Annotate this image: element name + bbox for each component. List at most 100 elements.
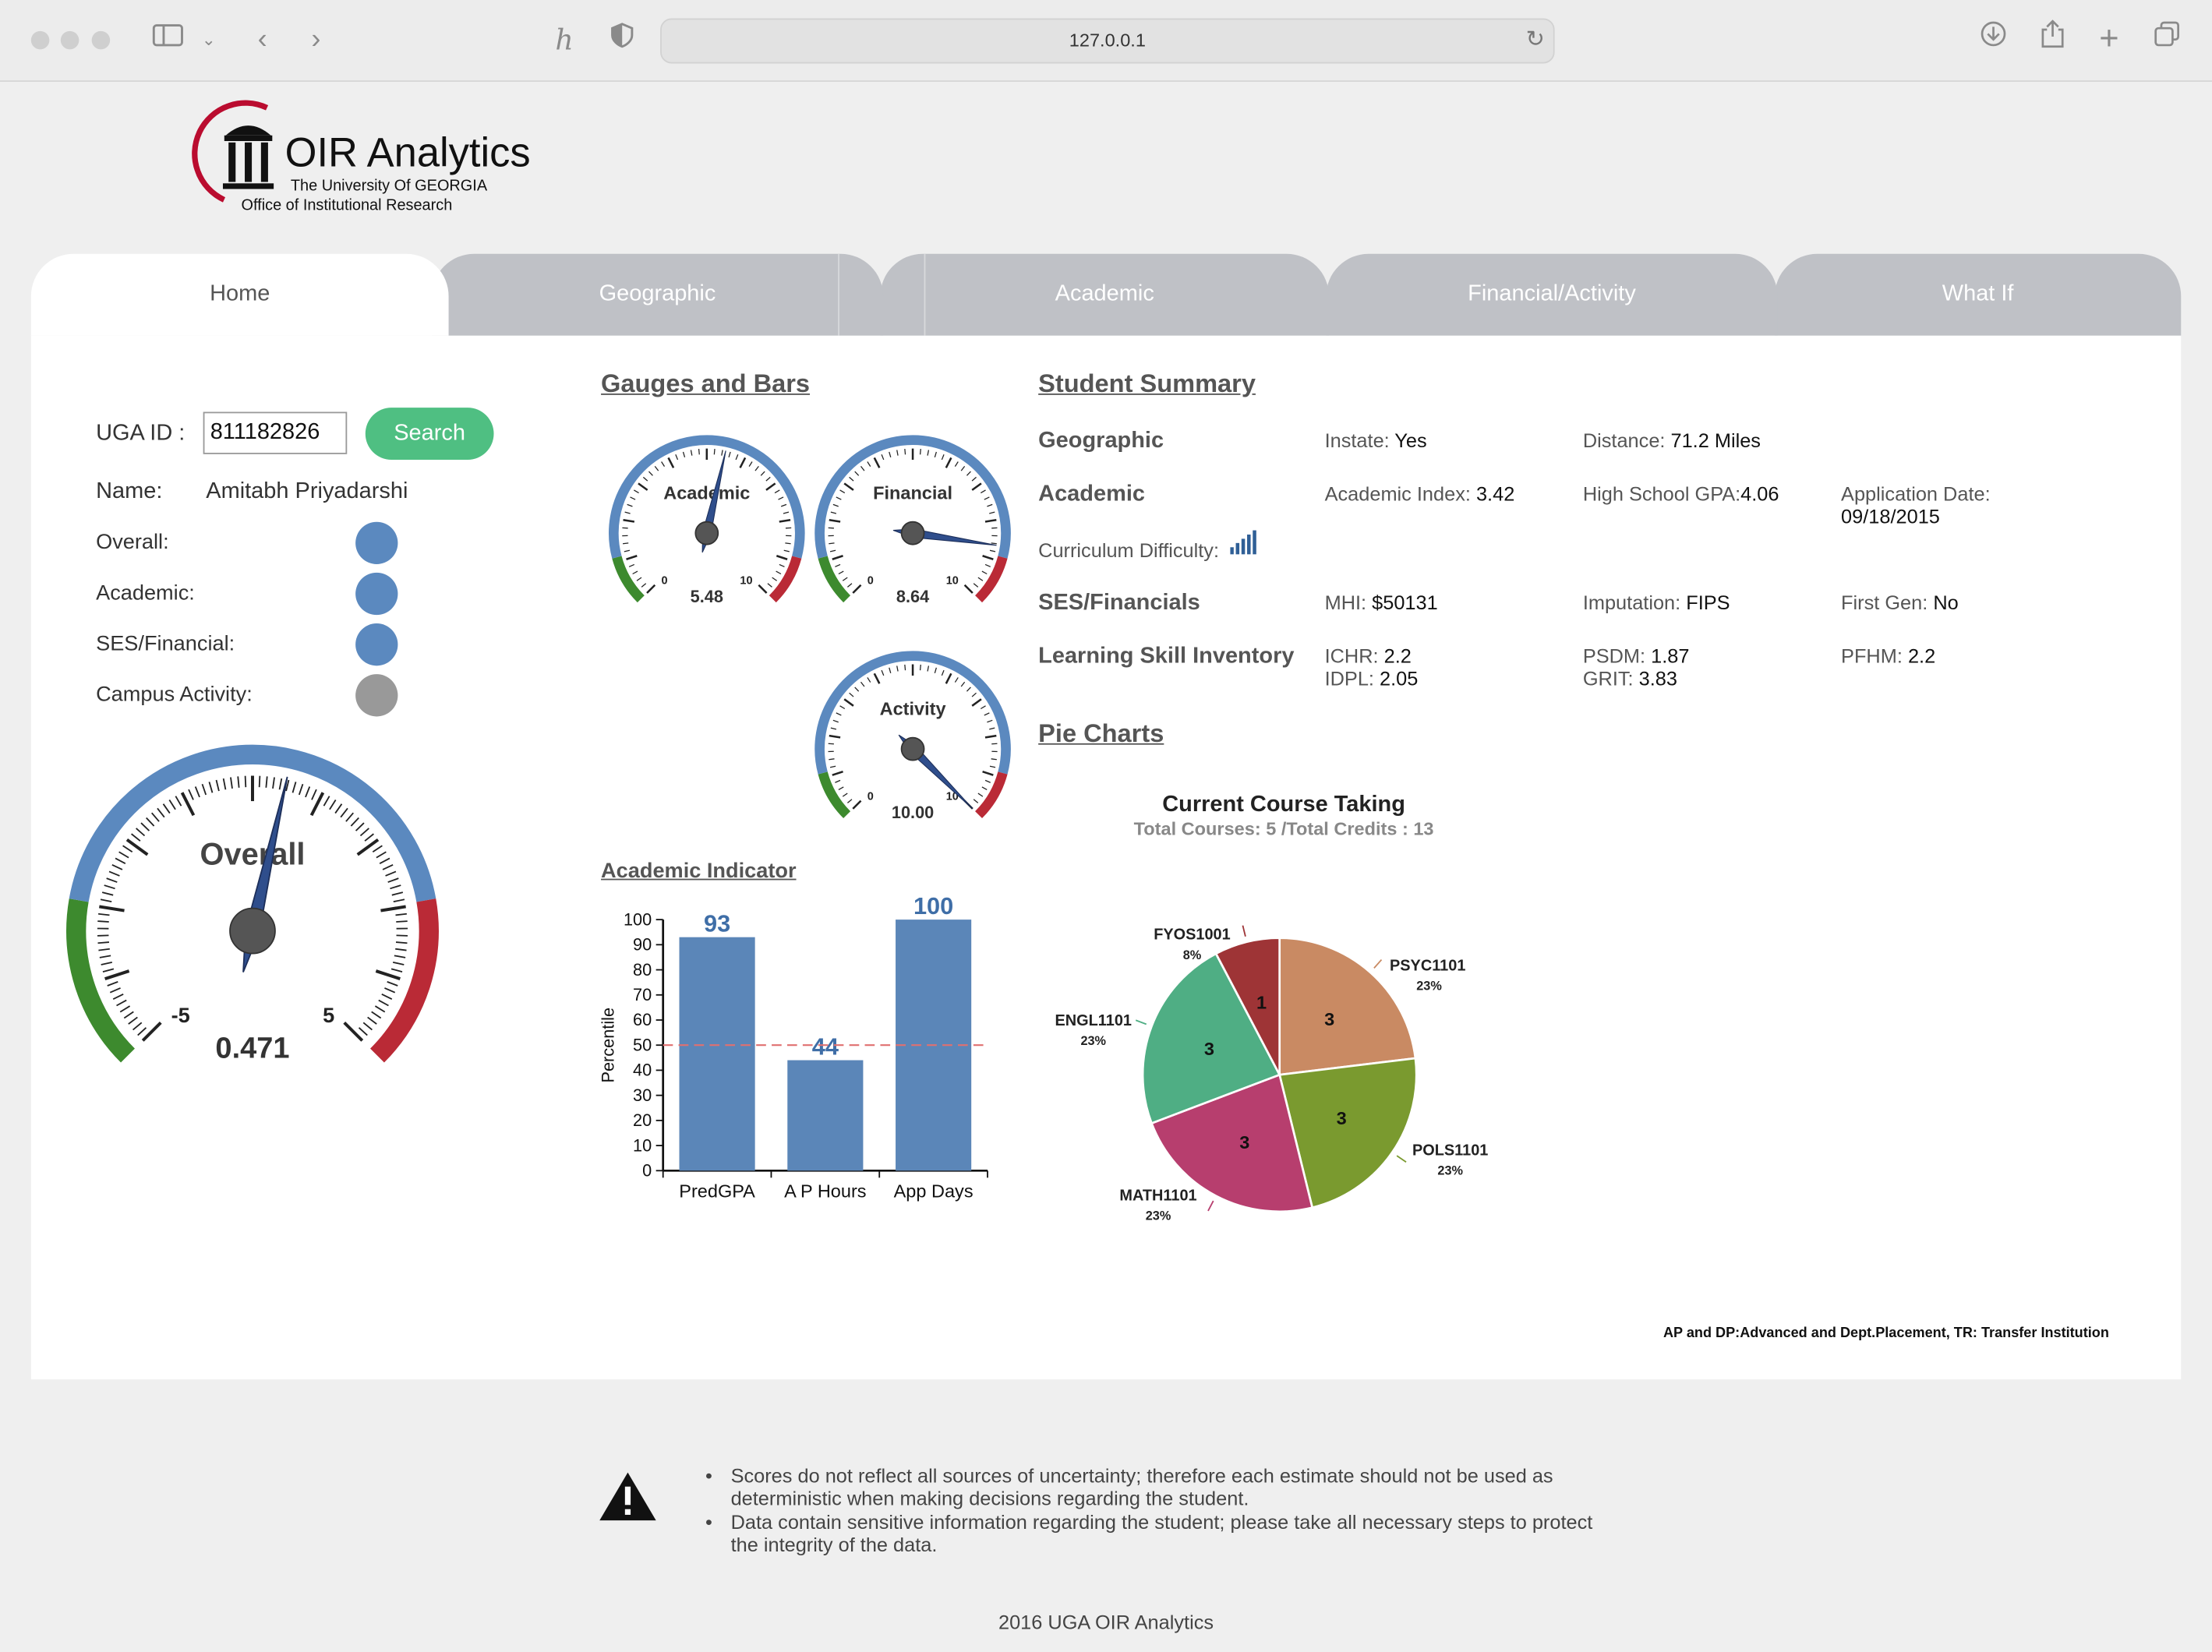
gauge-tick xyxy=(867,461,871,466)
x-tick-label: PredGPA xyxy=(679,1181,755,1202)
zoom-window-button[interactable] xyxy=(92,31,111,50)
forward-arrow-icon[interactable]: › xyxy=(302,19,330,59)
gauge-tick xyxy=(365,834,373,841)
y-tick-label: 80 xyxy=(633,960,652,980)
close-window-button[interactable] xyxy=(31,31,50,50)
ichr-field: ICHR: 2.2 xyxy=(1325,644,1412,667)
gauge-high-band xyxy=(377,900,429,1055)
gauge-tick xyxy=(983,771,994,775)
minimize-window-button[interactable] xyxy=(61,31,80,50)
y-tick-label: 50 xyxy=(633,1035,652,1054)
uga-id-input[interactable] xyxy=(203,412,348,454)
gauge-tick xyxy=(766,477,770,481)
gauge-tick xyxy=(346,813,353,821)
imputation-field: Imputation: FIPS xyxy=(1583,591,1730,613)
gauge-tick xyxy=(395,914,406,916)
academic-status-dot xyxy=(355,573,398,615)
browser-toolbar: ⌄ ‹ › h 127.0.0.1 ↻ + xyxy=(0,0,2212,82)
disclaimer-item: • Scores do not reflect all sources of u… xyxy=(705,1464,1594,1509)
gauge-tick xyxy=(335,804,341,814)
gauge-tick xyxy=(829,736,840,737)
pie-slice-value: 3 xyxy=(1239,1132,1249,1153)
distance-field: Distance: 71.2 Miles xyxy=(1583,429,1761,451)
gauge-tick xyxy=(699,449,700,454)
gauge-tick xyxy=(330,800,336,809)
gauge-needle-hub xyxy=(902,522,924,545)
gauge-tick xyxy=(984,497,990,499)
psdm-field: PSDM: 1.87 xyxy=(1583,644,1690,667)
shield-icon[interactable] xyxy=(606,19,638,59)
gauge-tick xyxy=(832,771,843,775)
gauge-tick xyxy=(905,449,906,454)
gauge-tick xyxy=(101,962,112,965)
pie-slice-percent: 8% xyxy=(1183,948,1202,962)
reload-icon[interactable]: ↻ xyxy=(1526,26,1545,54)
gauge-tick xyxy=(363,1022,372,1029)
gauge-tick xyxy=(853,585,860,593)
gauge-tick xyxy=(625,512,631,514)
gauge-tick xyxy=(395,949,406,951)
gauge-tick xyxy=(120,1006,129,1012)
gauge-tick xyxy=(985,520,996,521)
gauge-tick xyxy=(113,994,123,999)
tab-financial-activity[interactable]: Financial/Activity xyxy=(1326,254,1777,336)
tab-overview-icon[interactable] xyxy=(2147,19,2187,59)
gauge-min-label: 0 xyxy=(661,574,667,587)
gauge-tick xyxy=(729,452,730,457)
new-tab-icon[interactable]: + xyxy=(2090,19,2127,59)
gauge-tick xyxy=(376,971,400,979)
campus-activity-status-dot xyxy=(355,674,398,716)
academic-index-field: Academic Index: 3.42 xyxy=(1325,482,1515,505)
academic-gauge: Academic0105.48 xyxy=(601,426,812,609)
gauge-tick xyxy=(946,673,952,683)
gauge-tick xyxy=(965,585,973,593)
tab-what-if[interactable]: What If xyxy=(1775,254,2181,336)
gauge-tick xyxy=(138,1028,147,1036)
address-bar[interactable]: 127.0.0.1 ↻ xyxy=(660,19,1555,64)
mhi-field: MHI: $50131 xyxy=(1325,591,1438,613)
hypothesis-extension-icon[interactable]: h xyxy=(547,19,581,59)
tab-label: Home xyxy=(210,282,270,306)
tab-label: Financial/Activity xyxy=(1468,282,1636,306)
gauge-title: Financial xyxy=(873,483,952,503)
share-icon[interactable] xyxy=(2034,19,2071,59)
campus-activity-label: Campus Activity: xyxy=(96,683,253,707)
back-arrow-icon[interactable]: ‹ xyxy=(249,19,277,59)
gauge-tick xyxy=(359,1028,368,1036)
gauge-tick xyxy=(985,780,991,782)
y-tick-label: 90 xyxy=(633,935,652,955)
ses-status-dot xyxy=(355,623,398,665)
tab-geographic[interactable]: Geographic xyxy=(432,254,883,336)
chevron-down-icon[interactable]: ⌄ xyxy=(197,19,220,59)
psdm-label: PSDM: xyxy=(1583,644,1645,667)
gauge-tick xyxy=(768,584,772,588)
download-icon[interactable] xyxy=(1975,19,2012,59)
gauge-tick xyxy=(105,971,129,979)
gauge-tick xyxy=(224,778,226,789)
gauge-needle-hub xyxy=(230,909,275,954)
first-gen-value: No xyxy=(1933,591,1958,613)
gauge-tick xyxy=(123,845,133,852)
gauge-tick xyxy=(280,778,282,789)
pie-chart-subtitle: Total Courses: 5 /Total Credits : 13 xyxy=(1072,818,1496,839)
gauge-tick xyxy=(164,804,170,814)
gauge-tick xyxy=(740,457,746,468)
search-button[interactable]: Search xyxy=(366,408,494,460)
academic-indicator-label: Academic: xyxy=(96,581,195,605)
gauge-tick xyxy=(758,585,766,593)
gauge-tick xyxy=(973,800,978,803)
gauge-tick xyxy=(991,543,997,544)
gauge-tick xyxy=(981,490,985,493)
gauge-tick xyxy=(386,871,396,876)
sidebar-toggle-icon[interactable] xyxy=(150,19,186,59)
gauge-tick xyxy=(978,577,983,581)
tab-academic[interactable]: Academic xyxy=(880,254,1329,336)
gauge-tick xyxy=(889,668,891,673)
gauge-tick xyxy=(882,454,884,460)
gauge-tick xyxy=(836,497,842,499)
gauge-tick xyxy=(920,665,921,670)
gauge-tick xyxy=(306,786,309,796)
overall-gauge-title: Overall xyxy=(200,838,305,872)
bar-value-label: 100 xyxy=(913,892,953,920)
tab-home[interactable]: Home xyxy=(31,254,449,336)
